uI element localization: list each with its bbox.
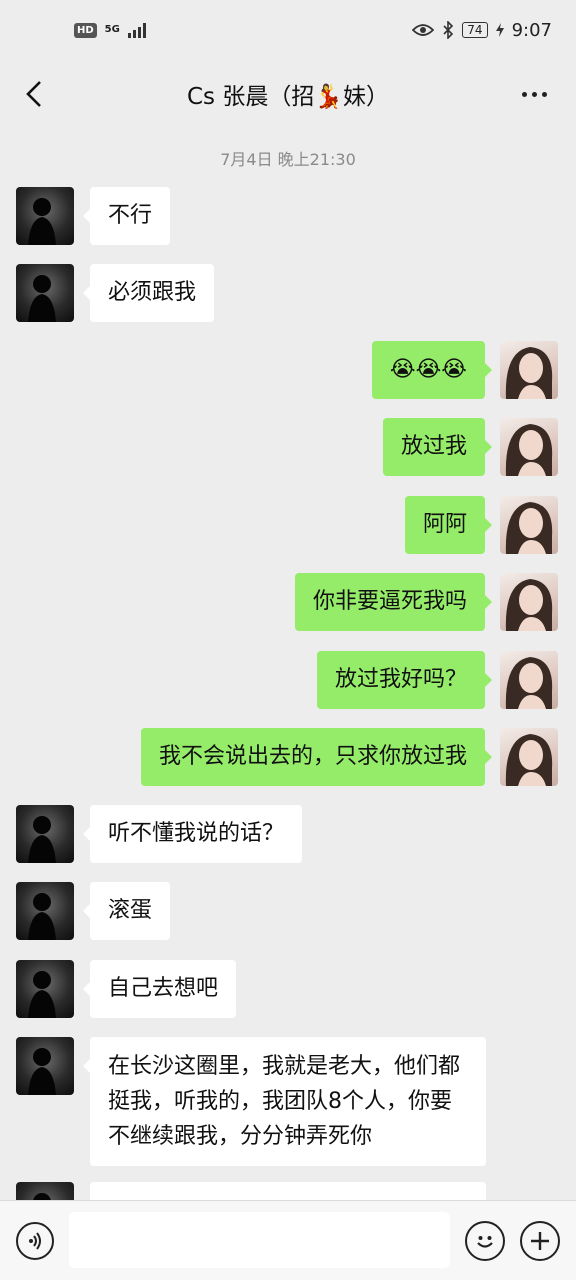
status-left: HD 5G — [74, 22, 146, 38]
more-dot-icon — [531, 91, 537, 97]
self-avatar[interactable] — [500, 496, 558, 554]
more-functions-button[interactable] — [520, 1221, 560, 1261]
clock: 9:07 — [511, 19, 552, 41]
more-dot-icon — [541, 91, 547, 97]
contact-avatar[interactable] — [16, 960, 74, 1018]
contact-avatar[interactable] — [16, 1037, 74, 1095]
smiley-icon — [477, 1236, 493, 1248]
contact-avatar[interactable] — [16, 882, 74, 940]
signal-icon — [127, 22, 146, 38]
self-avatar[interactable] — [500, 418, 558, 476]
contact-avatar[interactable] — [16, 187, 74, 245]
chevron-left-icon — [26, 81, 41, 107]
self-avatar[interactable] — [500, 341, 558, 399]
back-button[interactable] — [14, 74, 54, 114]
battery-level: 74 — [462, 22, 488, 38]
hd-badge: HD — [74, 22, 97, 38]
chat-header: Cs 张晨（招💃妹） — [0, 60, 576, 128]
contact-avatar[interactable] — [16, 805, 74, 863]
message-input[interactable] — [69, 1212, 450, 1268]
message-bubble[interactable]: 在长沙这圈里，我就是老大，他们都挺我，听我的，我团队8个人，你要不继续跟我，分分… — [83, 1037, 486, 1166]
network-type: 5G — [104, 24, 120, 35]
message-bubble[interactable]: 放过我好吗？ — [316, 651, 493, 709]
plus-icon — [531, 1232, 549, 1250]
message-bubble[interactable]: 不行 — [82, 187, 171, 245]
status-bar: HD 5G 74 9:07 — [0, 0, 576, 60]
message-bubble[interactable]: 自己去想吧 — [82, 960, 237, 1018]
self-avatar[interactable] — [500, 651, 558, 709]
charging-icon — [495, 23, 504, 37]
contact-avatar[interactable] — [16, 264, 74, 322]
message-bubble[interactable]: 必须跟我 — [82, 264, 215, 322]
more-options-button[interactable] — [514, 74, 554, 114]
more-dot-icon — [521, 91, 527, 97]
message-bubble[interactable]: 😭😭😭 — [371, 341, 493, 399]
eye-icon — [412, 24, 435, 36]
bluetooth-icon — [443, 21, 454, 39]
message-bubble[interactable]: 听不懂我说的话？ — [82, 805, 303, 863]
self-avatar[interactable] — [500, 728, 558, 786]
message-bubble[interactable]: 放过我 — [382, 418, 493, 476]
voice-input-button[interactable] — [16, 1222, 54, 1260]
input-bar — [0, 1200, 576, 1280]
status-right: 74 9:07 — [412, 20, 552, 41]
chat-title: Cs 张晨（招💃妹） — [187, 84, 389, 110]
message-bubble[interactable]: 你非要逼死我吗 — [294, 573, 493, 631]
voice-icon — [29, 1232, 41, 1250]
emoji-button[interactable] — [465, 1221, 505, 1261]
message-bubble[interactable]: 我不会说出去的，只求你放过我 — [140, 728, 493, 786]
chat-timestamp: 7月4日 晚上21:30 — [220, 150, 356, 169]
message-bubble[interactable]: 滚蛋 — [82, 882, 171, 940]
message-bubble[interactable]: 阿阿 — [404, 496, 493, 554]
self-avatar[interactable] — [500, 573, 558, 631]
